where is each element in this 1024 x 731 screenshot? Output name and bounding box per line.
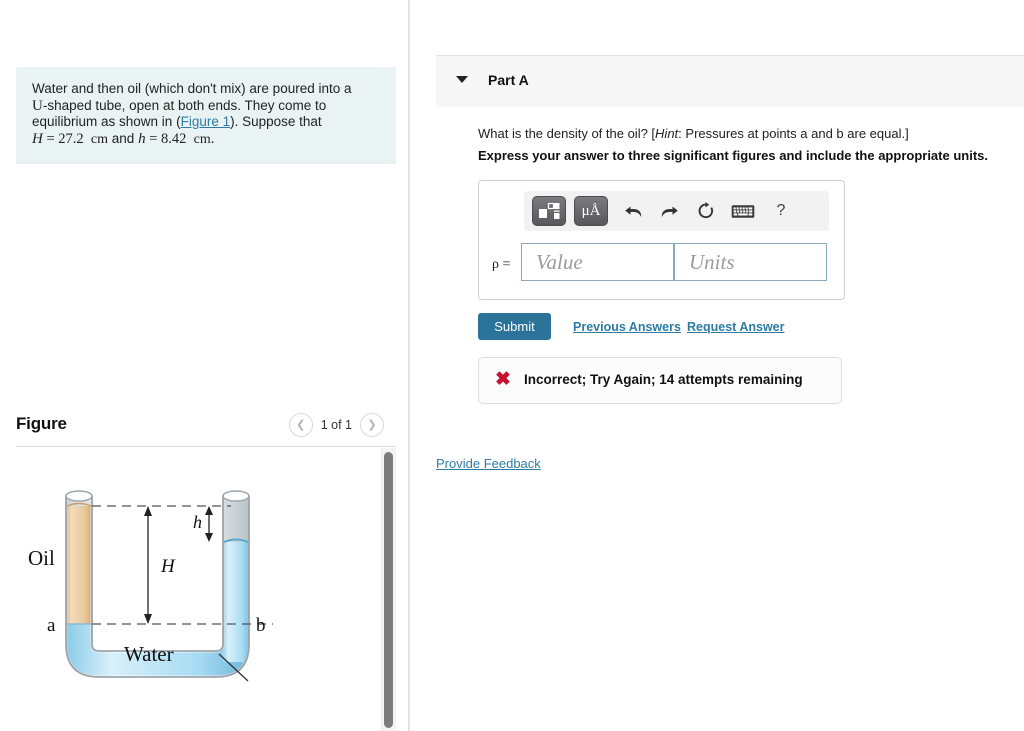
provide-feedback-link[interactable]: Provide Feedback [436, 456, 541, 471]
redo-arrow-icon[interactable] [658, 198, 680, 224]
hint-word: Hint [655, 126, 679, 141]
units-button[interactable]: μÅ [574, 196, 608, 226]
math-template-icon[interactable] [532, 196, 566, 226]
answer-entry-box: μÅ ? ρ = Value Units [478, 180, 845, 300]
H-label: H [160, 556, 176, 577]
figure-header-row: Figure ❮ 1 of 1 ❯ [16, 410, 396, 442]
value-H: = 27.2 [46, 130, 84, 147]
units-button-label: μÅ [581, 202, 601, 219]
figure-section-title: Figure [16, 414, 67, 433]
math-template-glyph [539, 202, 560, 219]
h-label: h [193, 512, 202, 532]
water-label: Water [124, 642, 174, 666]
previous-answers-link[interactable]: Previous Answers [573, 320, 681, 334]
request-answer-link[interactable]: Request Answer [687, 320, 784, 334]
answer-instruction: Express your answer to three significant… [478, 148, 988, 163]
redo-glyph [661, 206, 678, 217]
u-shape-symbol: U [32, 97, 43, 114]
caret-down-icon[interactable] [456, 76, 468, 83]
feedback-banner: ✖ Incorrect; Try Again; 14 attempts rema… [478, 357, 842, 404]
oil-label: Oil [28, 546, 55, 570]
keyboard-icon[interactable] [730, 198, 756, 224]
problem-statement-box: Water and then oil (which don't mix) are… [16, 67, 396, 165]
part-a-title: Part A [488, 72, 529, 88]
value-placeholder: Value [536, 249, 583, 274]
red-x-icon: ✖ [495, 369, 511, 390]
reset-circular-arrow-icon[interactable] [694, 198, 716, 224]
point-a-label: a [47, 615, 56, 636]
chevron-right-icon: ❯ [367, 418, 377, 431]
sentence-period: . [210, 130, 215, 147]
right-tube-opening [222, 490, 250, 502]
help-label: ? [776, 202, 786, 219]
figure-prev-button[interactable]: ❮ [288, 413, 313, 437]
figure-viewport: H h Oil a b Water [16, 448, 396, 731]
u-tube-diagram: H h Oil a b Water [28, 490, 273, 682]
problem-line-2: -shaped tube, open at both ends. They co… [42, 97, 327, 113]
water-right-column [221, 542, 248, 662]
submit-button[interactable]: Submit [478, 313, 551, 340]
figure-next-button[interactable]: ❯ [360, 413, 384, 437]
h-arrow-up [205, 506, 213, 515]
figure-1-link[interactable]: Figure 1 [181, 114, 231, 129]
h-arrow-down [205, 533, 213, 542]
reset-glyph [698, 201, 713, 218]
part-a-header[interactable]: Part A [436, 55, 1024, 107]
figure-scrollbar-track[interactable] [381, 448, 396, 731]
question-pre-hint: What is the density of the oil? [ [478, 126, 656, 141]
unit-h: cm [193, 131, 211, 147]
page-root: Water and then oil (which don't mix) are… [0, 0, 1024, 731]
chevron-left-icon: ❮ [296, 418, 306, 431]
figure-scrollbar-thumb[interactable] [384, 452, 393, 728]
help-icon[interactable]: ? [770, 198, 792, 224]
variable-H: H [32, 130, 43, 147]
problem-statement-text: Water and then oil (which don't mix) are… [32, 81, 380, 148]
left-panel: Water and then oil (which don't mix) are… [0, 0, 408, 731]
answer-toolbar: μÅ ? [524, 191, 829, 231]
figure-pager: ❮ 1 of 1 ❯ [288, 413, 384, 437]
problem-line-3-post: ). Suppose that [230, 114, 322, 130]
feedback-message: Incorrect; Try Again; 14 attempts remain… [524, 372, 803, 387]
oil-left-column [67, 506, 94, 624]
value-h: = 8.42 [149, 130, 187, 147]
figure-divider [16, 446, 396, 447]
question-post-hint: : Pressures at points a and b are equal.… [678, 126, 909, 141]
H-arrow-up [144, 506, 152, 516]
problem-line-3-pre: equilibrium as shown in ( [32, 114, 181, 130]
keyboard-glyph [731, 204, 755, 218]
point-b-label: b [256, 615, 266, 636]
units-input[interactable]: Units [674, 243, 827, 281]
H-arrow-down [144, 614, 152, 624]
problem-line-1: Water and then oil (which don't mix) are… [32, 81, 352, 96]
conjunction-and: and [111, 130, 135, 146]
undo-arrow-icon[interactable] [622, 198, 644, 224]
figure-page-count: 1 of 1 [320, 418, 352, 432]
question-prompt: What is the density of the oil? [Hint: P… [478, 125, 1024, 142]
units-placeholder: Units [689, 249, 735, 274]
left-tube-opening [65, 490, 93, 502]
value-input[interactable]: Value [521, 243, 674, 281]
variable-h: h [138, 130, 146, 147]
undo-glyph [624, 206, 641, 217]
rho-equals-label: ρ = [492, 257, 511, 272]
unit-H: cm [90, 131, 109, 147]
